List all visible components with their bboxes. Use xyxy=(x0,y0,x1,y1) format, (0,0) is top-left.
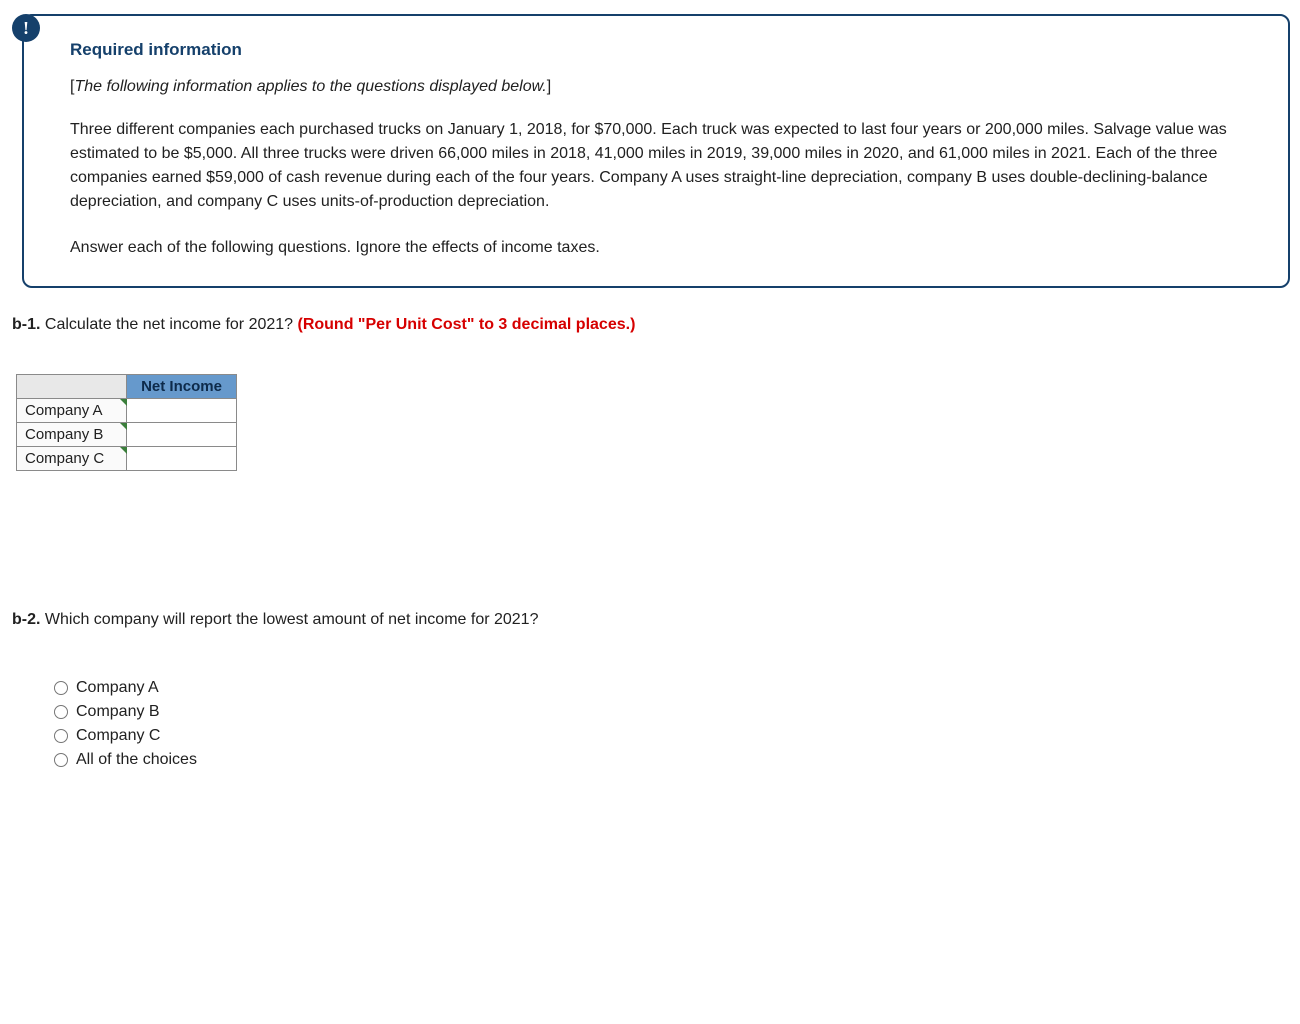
table-corner-blank xyxy=(17,375,127,399)
required-info-box: ! Required information [The following in… xyxy=(22,14,1290,288)
choice-company-c[interactable]: Company C xyxy=(54,727,1290,745)
table-row: Company B xyxy=(17,423,237,447)
choice-label: Company B xyxy=(76,703,160,721)
scenario-paragraph-2: Answer each of the following questions. … xyxy=(70,236,1242,260)
net-income-cell-company-a[interactable] xyxy=(127,399,237,423)
row-label-company-b: Company B xyxy=(17,423,127,447)
choice-label: Company C xyxy=(76,727,160,745)
radio-company-b[interactable] xyxy=(54,705,68,719)
net-income-input-company-b[interactable] xyxy=(127,423,236,446)
table-row: Company A xyxy=(17,399,237,423)
question-b2-number: b-2. xyxy=(12,611,40,628)
required-heading: Required information xyxy=(70,40,1242,60)
table-header-net-income: Net Income xyxy=(127,375,237,399)
question-b1: b-1. Calculate the net income for 2021? … xyxy=(12,316,1290,334)
choice-company-b[interactable]: Company B xyxy=(54,703,1290,721)
choice-label: Company A xyxy=(76,679,159,697)
choice-label: All of the choices xyxy=(76,751,197,769)
choice-all[interactable]: All of the choices xyxy=(54,751,1290,769)
question-b2: b-2. Which company will report the lowes… xyxy=(12,611,1290,629)
applies-line: [The following information applies to th… xyxy=(70,78,1242,96)
question-b2-text: Which company will report the lowest amo… xyxy=(40,611,538,628)
net-income-input-company-c[interactable] xyxy=(127,447,236,470)
b2-choices: Company A Company B Company C All of the… xyxy=(54,679,1290,769)
scenario-paragraph-1: Three different companies each purchased… xyxy=(70,118,1242,214)
net-income-table: Net Income Company A Company B Company C xyxy=(16,374,237,471)
table-row: Company C xyxy=(17,447,237,471)
radio-company-c[interactable] xyxy=(54,729,68,743)
net-income-cell-company-b[interactable] xyxy=(127,423,237,447)
question-b1-text: Calculate the net income for 2021? xyxy=(40,316,297,333)
radio-company-a[interactable] xyxy=(54,681,68,695)
question-b1-instruction: (Round "Per Unit Cost" to 3 decimal plac… xyxy=(298,316,636,333)
radio-all[interactable] xyxy=(54,753,68,767)
choice-company-a[interactable]: Company A xyxy=(54,679,1290,697)
row-label-company-a: Company A xyxy=(17,399,127,423)
net-income-cell-company-c[interactable] xyxy=(127,447,237,471)
question-b1-number: b-1. xyxy=(12,316,40,333)
net-income-input-company-a[interactable] xyxy=(127,399,236,422)
row-label-company-c: Company C xyxy=(17,447,127,471)
exclamation-icon: ! xyxy=(12,14,40,42)
